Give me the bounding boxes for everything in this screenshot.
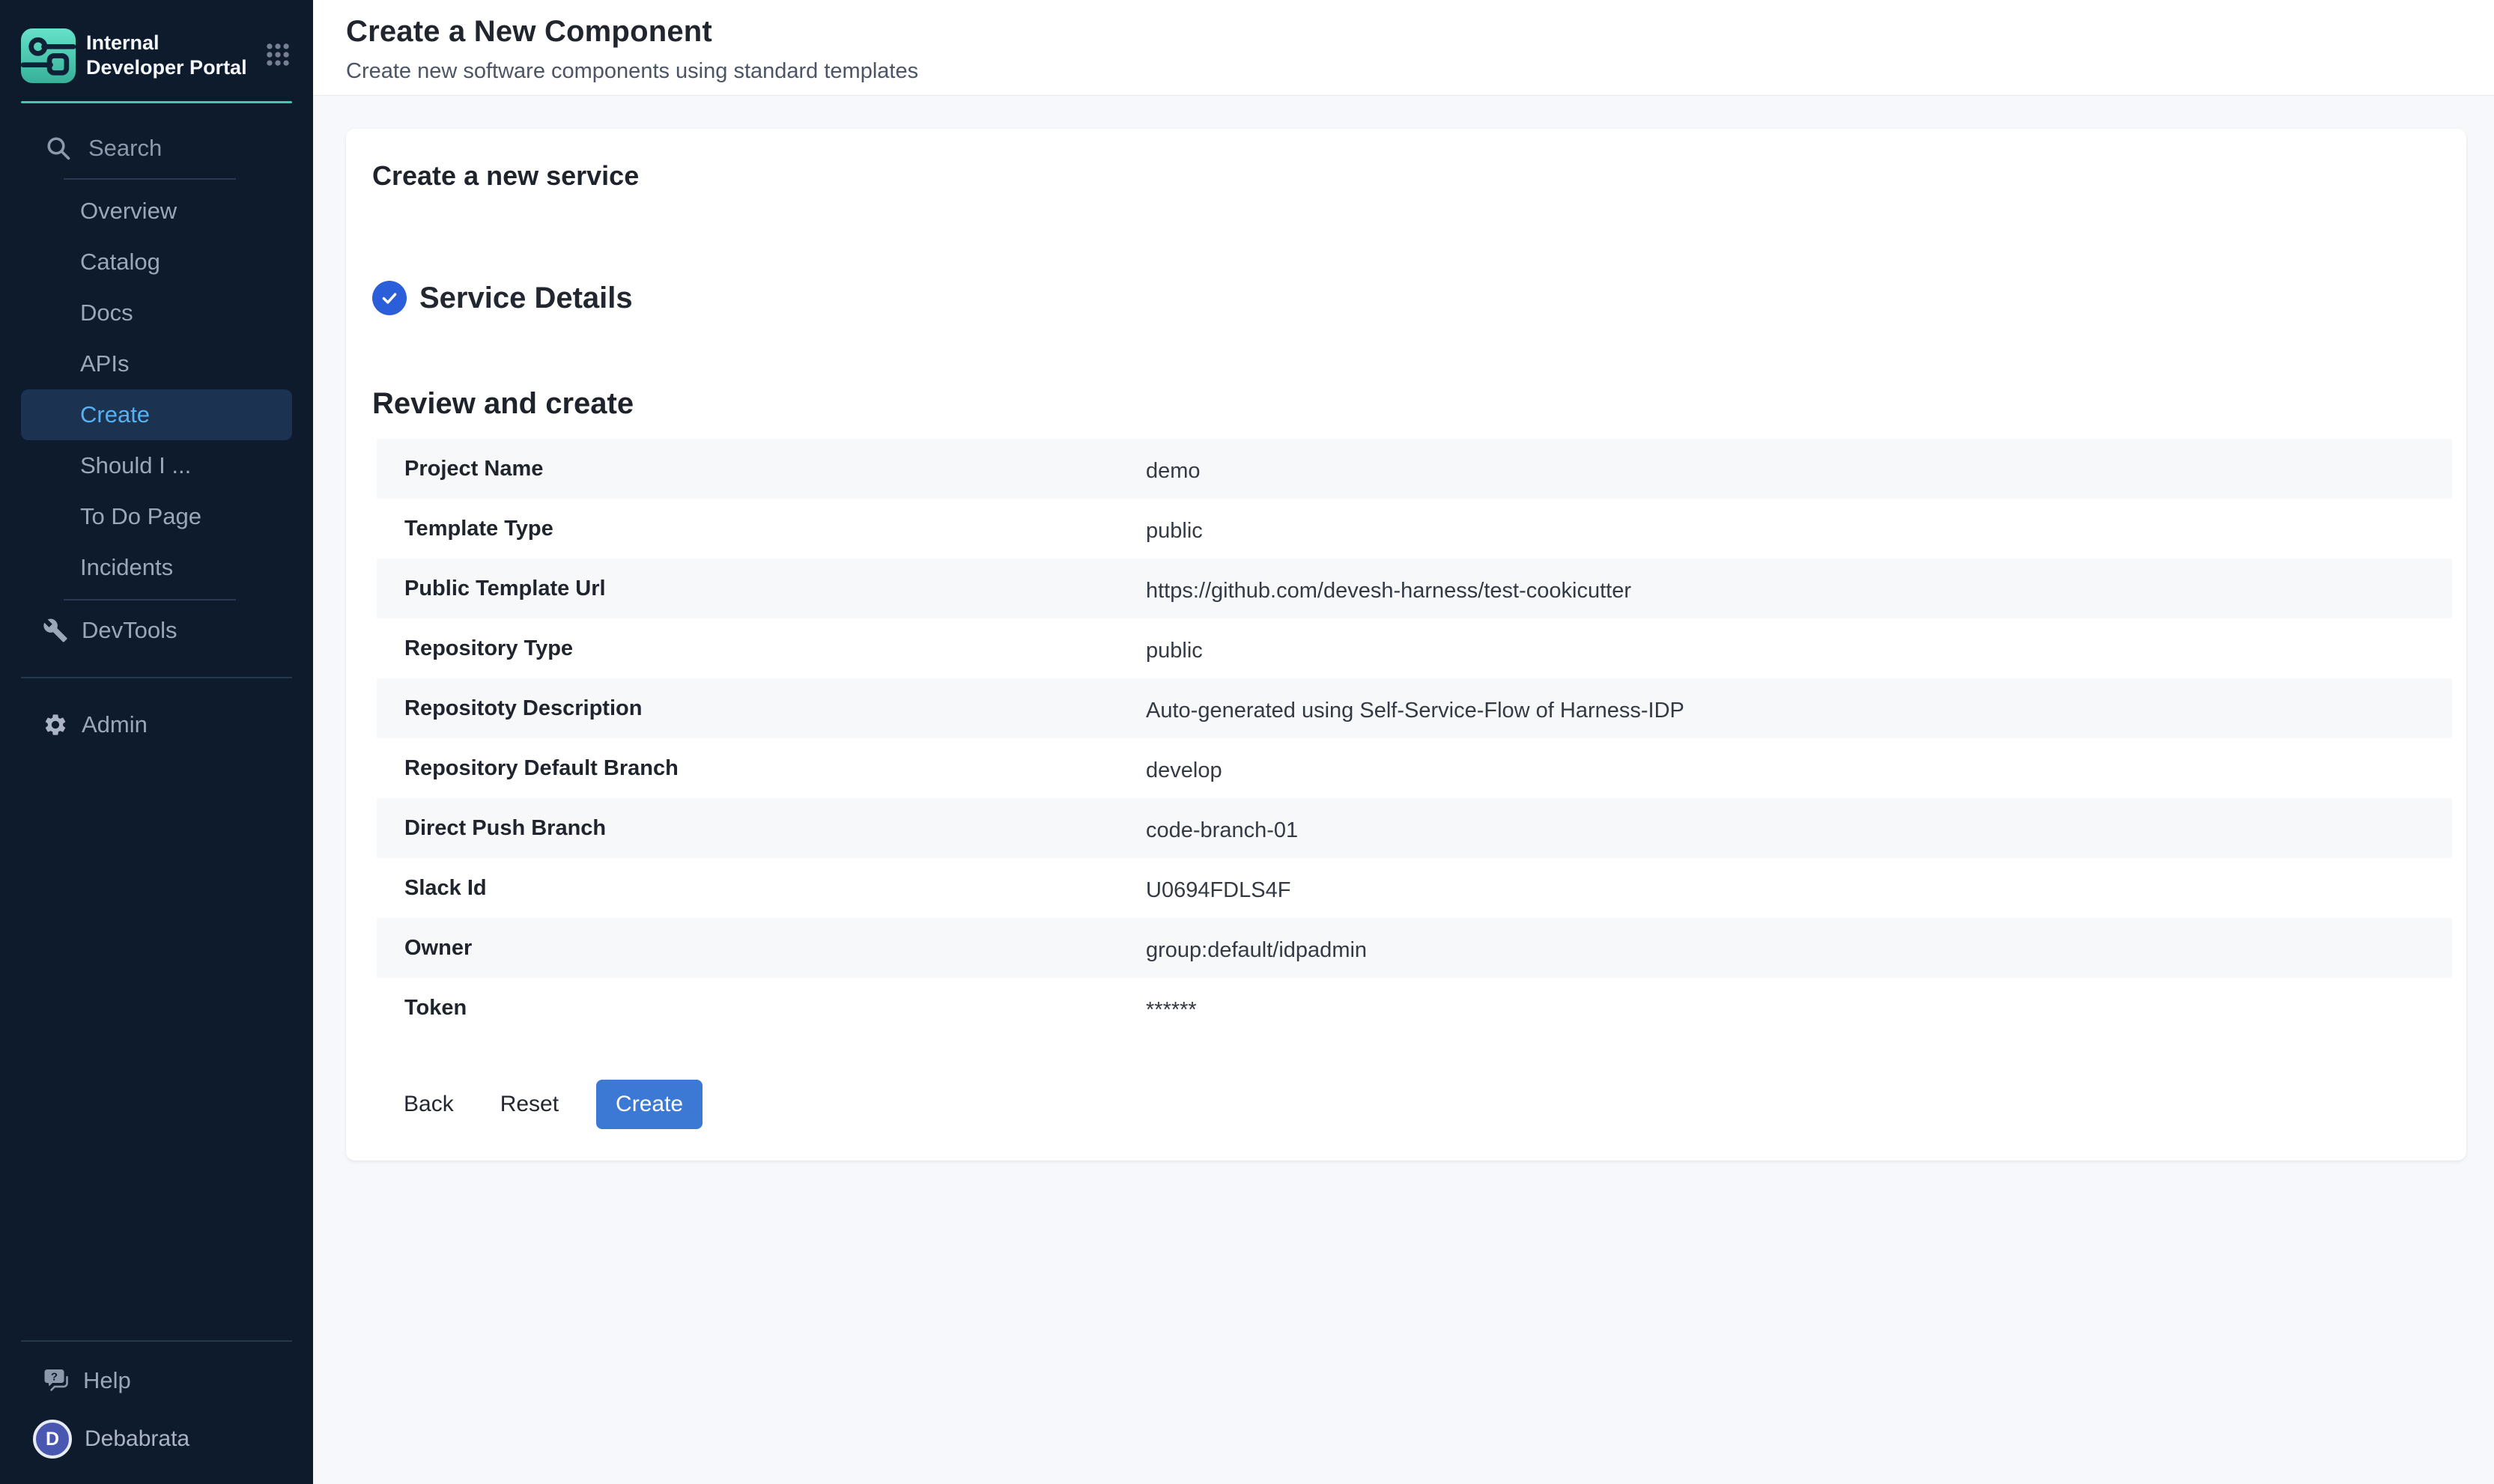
row-label: Repositoty Description xyxy=(377,696,1146,721)
main-area: Create a New Component Create new softwa… xyxy=(313,0,2494,1484)
table-row: Token ****** xyxy=(377,978,2452,1038)
table-row: Owner group:default/idpadmin xyxy=(377,918,2452,978)
brand-title: Internal Developer Portal xyxy=(86,28,249,83)
sidebar-item-todo-page[interactable]: To Do Page xyxy=(0,491,313,542)
table-row: Direct Push Branch code-branch-01 xyxy=(377,798,2452,858)
table-row: Public Template Url https://github.com/d… xyxy=(377,559,2452,618)
search-placeholder: Search xyxy=(88,135,162,162)
table-row: Repositoty Description Auto-generated us… xyxy=(377,678,2452,738)
step-completed-check-icon xyxy=(372,281,407,315)
user-menu[interactable]: D Debabrata xyxy=(0,1420,313,1459)
search-icon xyxy=(45,135,72,162)
card-title: Create a new service xyxy=(372,160,2466,192)
brand-divider xyxy=(21,101,292,103)
sidebar-item-docs[interactable]: Docs xyxy=(0,288,313,338)
section-divider xyxy=(21,677,292,678)
sidebar-item-apis[interactable]: APIs xyxy=(0,338,313,389)
content-area: Create a new service Service Details Rev… xyxy=(313,96,2494,1484)
admin-label: Admin xyxy=(82,711,148,738)
row-value: develop xyxy=(1146,754,1222,783)
gear-icon xyxy=(43,712,68,738)
sidebar-spacer xyxy=(0,750,313,1340)
table-row: Template Type public xyxy=(377,499,2452,559)
help-label: Help xyxy=(83,1367,131,1394)
bottom-divider xyxy=(21,1340,292,1342)
table-row: Slack Id U0694FDLS4F xyxy=(377,858,2452,918)
svg-text:?: ? xyxy=(51,1371,58,1384)
sidebar-item-overview[interactable]: Overview xyxy=(0,186,313,237)
sidebar-item-devtools[interactable]: DevTools xyxy=(0,605,313,656)
apps-grid-icon[interactable] xyxy=(264,40,292,69)
row-label: Template Type xyxy=(377,517,1146,541)
page-header: Create a New Component Create new softwa… xyxy=(313,0,2494,96)
row-label: Direct Push Branch xyxy=(377,816,1146,841)
help-chat-icon: ? xyxy=(43,1367,70,1394)
row-value: public xyxy=(1146,634,1203,663)
idp-logo-icon[interactable] xyxy=(21,28,76,83)
row-label: Repository Type xyxy=(377,636,1146,661)
sidebar-item-create[interactable]: Create xyxy=(21,389,292,440)
review-title: Review and create xyxy=(372,387,2466,422)
wrench-icon xyxy=(43,618,68,643)
row-value: code-branch-01 xyxy=(1146,814,1298,843)
avatar: D xyxy=(33,1420,72,1459)
avatar-initial: D xyxy=(46,1429,59,1450)
row-label: Public Template Url xyxy=(377,577,1146,601)
step-service-details[interactable]: Service Details xyxy=(372,281,2466,315)
row-value: https://github.com/devesh-harness/test-c… xyxy=(1146,574,1631,603)
help-button[interactable]: ? Help xyxy=(0,1358,313,1403)
sidebar-nav: Overview Catalog Docs APIs Create Should… xyxy=(0,186,313,593)
reset-button[interactable]: Reset xyxy=(500,1092,559,1117)
row-value: U0694FDLS4F xyxy=(1146,874,1290,903)
table-row: Repository Default Branch develop xyxy=(377,738,2452,798)
row-value: demo xyxy=(1146,454,1201,484)
row-label: Project Name xyxy=(377,457,1146,481)
sidebar-item-admin[interactable]: Admin xyxy=(0,699,313,750)
form-actions: Back Reset Create xyxy=(404,1080,2466,1129)
page-subtitle: Create new software components using sta… xyxy=(346,59,2494,84)
sidebar-item-catalog[interactable]: Catalog xyxy=(0,237,313,288)
row-value: Auto-generated using Self-Service-Flow o… xyxy=(1146,694,1684,723)
nav-divider xyxy=(64,599,236,600)
sidebar-item-incidents[interactable]: Incidents xyxy=(0,542,313,593)
create-service-card: Create a new service Service Details Rev… xyxy=(346,129,2466,1161)
sidebar-item-should-i[interactable]: Should I ... xyxy=(0,440,313,491)
step-title: Service Details xyxy=(419,282,633,315)
row-label: Owner xyxy=(377,936,1146,961)
brand: Internal Developer Portal xyxy=(21,28,292,83)
row-value: public xyxy=(1146,514,1203,544)
review-table: Project Name demo Template Type public P… xyxy=(377,439,2452,1038)
table-row: Project Name demo xyxy=(377,439,2452,499)
search-input[interactable]: Search xyxy=(0,129,313,168)
row-value: ****** xyxy=(1146,994,1197,1023)
create-button[interactable]: Create xyxy=(596,1080,703,1129)
devtools-label: DevTools xyxy=(82,617,178,644)
sidebar: Internal Developer Portal Search Overvie… xyxy=(0,0,313,1484)
search-divider xyxy=(64,178,236,180)
row-label: Repository Default Branch xyxy=(377,756,1146,781)
table-row: Repository Type public xyxy=(377,618,2452,678)
row-label: Token xyxy=(377,996,1146,1021)
row-value: group:default/idpadmin xyxy=(1146,934,1367,963)
back-button[interactable]: Back xyxy=(404,1092,454,1117)
row-label: Slack Id xyxy=(377,876,1146,901)
page-title: Create a New Component xyxy=(346,15,2494,49)
user-name: Debabrata xyxy=(85,1426,189,1452)
